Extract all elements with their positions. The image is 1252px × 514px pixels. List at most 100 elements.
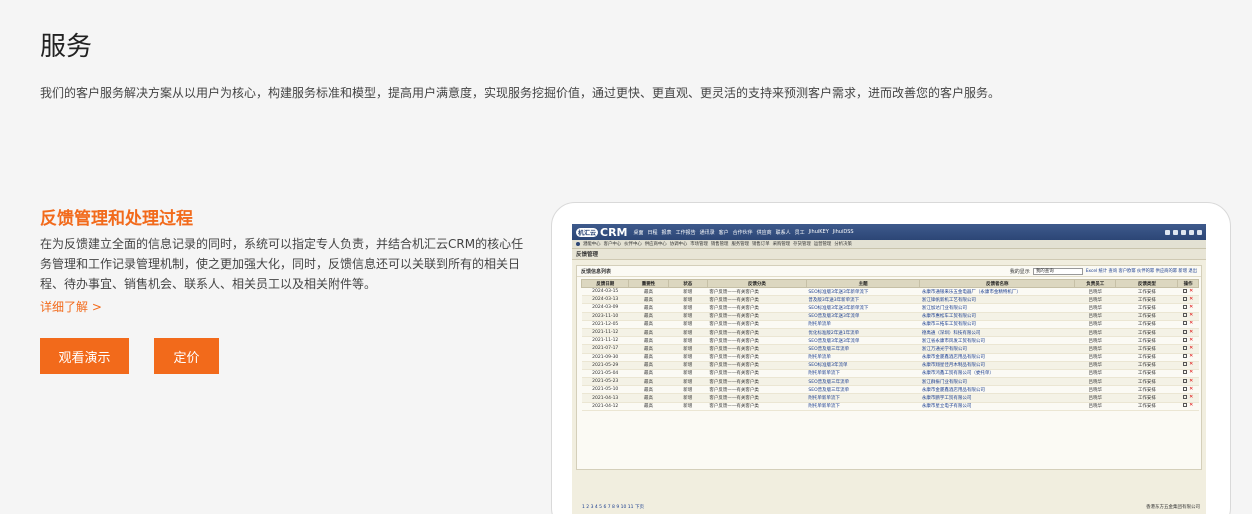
table-cell: 2021-05-10 <box>581 385 629 395</box>
table-cell: 浙江万通光学有限公司 <box>919 344 1075 354</box>
table-cell: 最高 <box>628 295 669 305</box>
top-menu-item: 报表 <box>661 229 672 236</box>
table-cell: 附托单新单流下 <box>806 369 920 379</box>
table-cell: 最高 <box>628 402 669 411</box>
table-cell: 最高 <box>628 287 669 297</box>
table-cell: 吕晓华 <box>1074 385 1116 395</box>
table-cell: 吕晓华 <box>1074 369 1116 379</box>
table-cell: 附托单新单流下 <box>806 402 920 411</box>
delete-icon: ✕ <box>1189 377 1194 384</box>
table-cell: SEO普及版三年流单 <box>806 385 920 395</box>
table-cell: 工作安排 <box>1115 312 1178 321</box>
table-cell: 新增 <box>668 344 708 354</box>
table-row: 2024-03-09 最高 新增 客户反馈——有关客户类 SEO标准版3年送3年新单流下… <box>581 303 1199 313</box>
table-cell: 2021-09-30 <box>581 353 629 362</box>
row-actions: ✕ <box>1177 377 1199 387</box>
table-cell: 2021-05-04 <box>581 369 629 379</box>
table-cell: 新增 <box>668 385 708 395</box>
panel-title: 反馈信息列表 <box>581 268 612 275</box>
delete-icon: ✕ <box>1189 344 1194 351</box>
table-cell: 客户反馈——有关客户类 <box>707 353 807 362</box>
table-cell: 附托单流单 <box>806 353 920 362</box>
nav-item: 服务管理 <box>731 242 750 247</box>
table-row: 2021-05-10 最高 新增 客户反馈——有关客户类 SEO普及版三年流单 永康市金厦… <box>581 385 1199 395</box>
nav-item: 运营管理 <box>813 242 832 247</box>
table-cell: 附托单流单 <box>806 320 920 329</box>
table-cell: 最高 <box>628 377 669 387</box>
table-cell: 2024-03-15 <box>581 287 629 297</box>
section-title: 反馈管理和处理过程 <box>40 209 193 229</box>
table-cell: 吕晓华 <box>1074 320 1116 329</box>
edit-icon <box>1183 345 1188 350</box>
delete-icon: ✕ <box>1189 394 1194 401</box>
row-actions: ✕ <box>1177 402 1199 411</box>
column-header: 反馈日期 <box>580 279 630 288</box>
table-cell: 2021-04-13 <box>581 393 629 403</box>
table-cell: 2021-04-12 <box>581 402 629 411</box>
watch-demo-button[interactable]: 观看演示 <box>40 338 129 374</box>
table-cell: 工作安排 <box>1115 295 1178 305</box>
edit-icon <box>1183 354 1188 359</box>
table-cell: 普及版3年送3年新单流下 <box>806 295 920 305</box>
edit-icon <box>1183 304 1188 309</box>
table-cell: 吕晓华 <box>1074 353 1116 362</box>
table-row: 2021-05-04 最高 新增 客户反馈——有关客户类 附托单新单流下 永康市鸿鑫工贸有… <box>581 369 1199 379</box>
table-cell: 吕晓华 <box>1074 295 1116 305</box>
table-cell: 浙江加达门业有限公司 <box>919 303 1075 313</box>
edit-icon <box>1183 321 1188 326</box>
table-cell: 浙江锋帆新机工艺有限公司 <box>919 295 1075 305</box>
table-cell: 永康市通银来乐五金电器厂（永康市金精特机厂） <box>919 287 1075 297</box>
edit-icon <box>1183 362 1188 367</box>
table-cell: 客户反馈——有关客户类 <box>707 344 807 354</box>
nav-item: 客户中心 <box>603 242 622 247</box>
delete-icon: ✕ <box>1189 328 1194 335</box>
table-cell: 永康市鹏宇工贸有限公司 <box>919 393 1075 403</box>
table-cell: 工作安排 <box>1115 393 1178 403</box>
table-row: 2021-11-12 最高 新增 客户反馈——有关客户类 优化标准版2年送1年流单 德禹通… <box>581 328 1199 338</box>
edit-icon <box>1183 370 1188 375</box>
nav-item: 存货管理 <box>793 242 811 247</box>
section-description: 在为反馈建立全面的信息记录的同时，系统可以指定专人负责，并结合机汇云CRM的核心… <box>40 237 524 291</box>
table-cell: 吕晓华 <box>1074 402 1116 411</box>
crm-module-title: 反馈管理 <box>572 249 1206 260</box>
table-cell: 新增 <box>668 336 708 346</box>
pricing-button[interactable]: 定价 <box>154 338 219 374</box>
table-cell: 吕晓华 <box>1074 303 1116 313</box>
table-cell: 2021-12-05 <box>581 320 629 329</box>
filter-label: 我的显示 <box>1009 268 1030 275</box>
edit-icon <box>1183 403 1188 408</box>
column-header: 重要性 <box>628 279 669 288</box>
top-menu-item: 员工 <box>794 229 805 236</box>
learn-more-link[interactable]: 详细了解 > <box>40 298 102 315</box>
table-row: 2021-05-29 最高 新增 客户反馈——有关客户类 SEO标准版3年流单 永康市翔星… <box>581 361 1199 370</box>
table-cell: 优化标准版2年送1年流单 <box>806 328 920 338</box>
nav-item: 采购管理 <box>772 242 791 247</box>
table-cell: 客户反馈——有关客户类 <box>707 328 807 338</box>
table-cell: 永康市三拓车工贸有限公司 <box>919 320 1075 329</box>
table-row: 2021-11-12 最高 新增 客户反馈——有关客户类 SEO普及版3年送3年流单 浙江… <box>581 336 1199 346</box>
edit-icon <box>1183 395 1188 400</box>
tool-icon <box>1181 229 1186 235</box>
crm-top-menu: 桌面 日程 报表 工作报告 通讯录 客户 合作伙伴 供应商 联系人 员工 JihuiKEY Jihui… <box>634 229 854 236</box>
table-cell: 最高 <box>628 361 669 370</box>
table-cell: 新增 <box>668 377 708 387</box>
column-header: 负责员工 <box>1074 279 1117 288</box>
nav-item: 市场管理 <box>690 242 708 247</box>
table-cell: SEO普及版3年送3年流单 <box>806 336 920 346</box>
table-row: 2023-11-10 最高 新增 客户反馈——有关客户类 SEO普及版3年送3年流单 永康… <box>581 312 1199 321</box>
table-row: 2021-04-12 最高 新增 客户反馈——有关客户类 附托单新单流下 永康市星立电子有… <box>581 402 1199 411</box>
delete-icon: ✕ <box>1189 353 1194 360</box>
table-cell: 工作安排 <box>1115 353 1178 362</box>
table-cell: 吕晓华 <box>1074 287 1116 297</box>
column-header: 状态 <box>667 279 708 288</box>
nav-item: 分析决策 <box>834 242 852 247</box>
table-cell: 客户反馈——有关客户类 <box>707 393 807 403</box>
row-actions: ✕ <box>1177 303 1199 313</box>
table-row: 2024-03-15 最高 新增 客户反馈——有关客户类 SEO标准版3年送3年新单流下… <box>581 287 1199 297</box>
table-row: 2021-05-23 最高 新增 客户反馈——有关客户类 SEO普及版三年流单 浙江群振门… <box>581 377 1199 387</box>
column-header: 反馈者名称 <box>919 279 1076 288</box>
row-actions: ✕ <box>1177 385 1199 395</box>
table-cell: 客户反馈——有关客户类 <box>707 336 807 346</box>
delete-icon: ✕ <box>1189 336 1194 343</box>
table-cell: 永康市惠松车工贸有限公司 <box>919 312 1075 321</box>
